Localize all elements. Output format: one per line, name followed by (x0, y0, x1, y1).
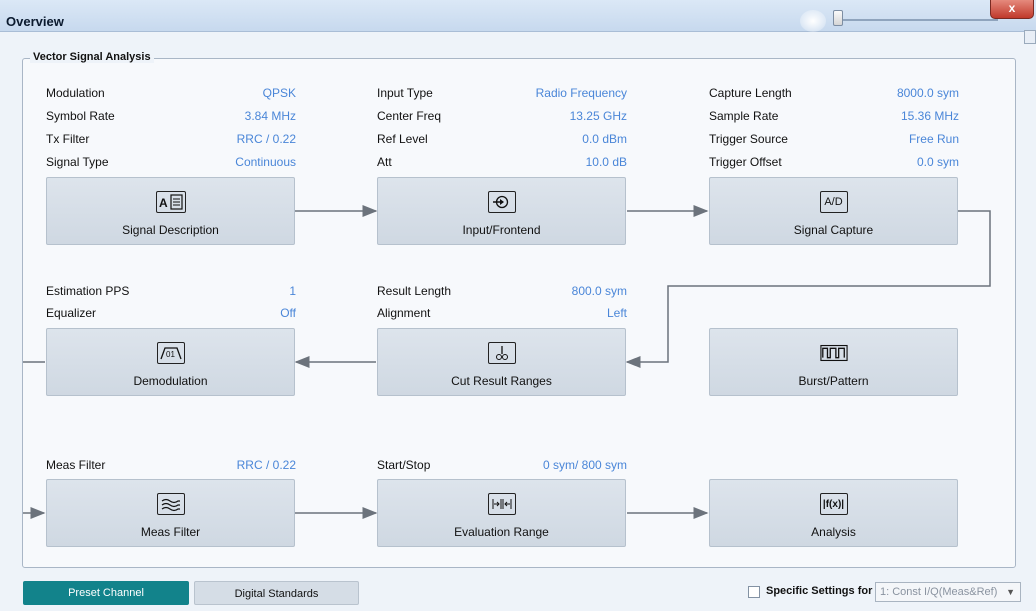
param-label: Meas Filter (46, 458, 106, 472)
filter-wave-icon (156, 493, 185, 515)
block-label: Signal Description (122, 223, 219, 237)
specific-settings-value: 1: Const I/Q(Meas&Ref) (880, 586, 998, 598)
block-label: Analysis (811, 525, 856, 539)
analog-digital-icon: A/D (819, 191, 848, 213)
param-value: Off (280, 306, 296, 320)
param-value: QPSK (262, 86, 296, 100)
analysis-button[interactable]: |f(x)| Analysis (709, 479, 958, 547)
param-equalizer[interactable]: Equalizer Off (46, 306, 296, 322)
param-value: RRC / 0.22 (236, 132, 296, 146)
param-result-length[interactable]: Result Length 800.0 sym (377, 284, 627, 300)
param-value: RRC / 0.22 (236, 458, 296, 472)
param-value: 1 (289, 284, 296, 298)
demodulation-button[interactable]: 01 Demodulation (46, 328, 295, 396)
param-label: Tx Filter (46, 132, 90, 146)
specific-settings-label: Specific Settings for (766, 585, 873, 597)
burst-pattern-button[interactable]: Burst/Pattern (709, 328, 958, 396)
param-value: 15.36 MHz (900, 109, 959, 123)
param-att[interactable]: Att 10.0 dB (377, 155, 627, 171)
param-ref-level[interactable]: Ref Level 0.0 dBm (377, 132, 627, 148)
specific-settings-checkbox[interactable] (748, 586, 760, 598)
param-sample-rate[interactable]: Sample Rate 15.36 MHz (709, 109, 959, 125)
param-label: Input Type (377, 86, 433, 100)
param-label: Result Length (377, 284, 452, 298)
block-label: Demodulation (133, 374, 208, 388)
param-symbol-rate[interactable]: Symbol Rate 3.84 MHz (46, 109, 296, 125)
param-label: Start/Stop (377, 458, 431, 472)
param-value: 3.84 MHz (244, 109, 296, 123)
param-label: Symbol Rate (46, 109, 115, 123)
param-estimation-pps[interactable]: Estimation PPS 1 (46, 284, 296, 300)
meas-filter-button[interactable]: Meas Filter (46, 479, 295, 547)
block-label: Input/Frontend (462, 223, 541, 237)
specific-settings-select[interactable]: 1: Const I/Q(Meas&Ref) ▼ (875, 582, 1021, 602)
param-value: 10.0 dB (585, 155, 627, 169)
param-value: Free Run (908, 132, 959, 146)
param-trigger-source[interactable]: Trigger Source Free Run (709, 132, 959, 148)
param-label: Capture Length (709, 86, 792, 100)
range-icon (487, 493, 516, 515)
param-capture-length[interactable]: Capture Length 8000.0 sym (709, 86, 959, 102)
param-meas-filter[interactable]: Meas Filter RRC / 0.22 (46, 458, 296, 474)
preset-channel-button[interactable]: Preset Channel (23, 581, 189, 605)
param-trigger-offset[interactable]: Trigger Offset 0.0 sym (709, 155, 959, 171)
function-icon: |f(x)| (819, 493, 848, 515)
param-label: Equalizer (46, 306, 97, 320)
param-label: Modulation (46, 86, 105, 100)
param-value: Radio Frequency (535, 86, 627, 100)
param-label: Alignment (377, 306, 431, 320)
param-input-type[interactable]: Input Type Radio Frequency (377, 86, 627, 102)
block-label: Cut Result Ranges (451, 374, 552, 388)
param-label: Trigger Source (709, 132, 788, 146)
param-signal-type[interactable]: Signal Type Continuous (46, 155, 296, 171)
param-value: 8000.0 sym (896, 86, 959, 100)
burst-pattern-icon (819, 342, 848, 364)
param-value: 800.0 sym (571, 284, 627, 298)
param-label: Sample Rate (709, 109, 779, 123)
chevron-down-icon: ▼ (1006, 587, 1015, 597)
signal-capture-button[interactable]: A/D Signal Capture (709, 177, 958, 245)
param-label: Signal Type (46, 155, 109, 169)
param-modulation[interactable]: Modulation QPSK (46, 86, 296, 102)
digital-standards-button[interactable]: Digital Standards (194, 581, 359, 605)
input-frontend-button[interactable]: Input/Frontend (377, 177, 626, 245)
param-value: Continuous (235, 155, 296, 169)
signal-description-icon: A (155, 191, 186, 213)
param-label: Center Freq (377, 109, 442, 123)
scissors-icon (487, 342, 516, 364)
param-start-stop[interactable]: Start/Stop 0 sym/ 800 sym (377, 458, 627, 474)
param-center-freq[interactable]: Center Freq 13.25 GHz (377, 109, 627, 125)
param-value: 0.0 sym (916, 155, 959, 169)
param-value: Left (606, 306, 627, 320)
param-alignment[interactable]: Alignment Left (377, 306, 627, 322)
signal-description-button[interactable]: A Signal Description (46, 177, 295, 245)
input-frontend-icon (487, 191, 516, 213)
demodulation-icon: 01 (156, 342, 185, 364)
param-value: 0 sym/ 800 sym (542, 458, 627, 472)
param-tx-filter[interactable]: Tx Filter RRC / 0.22 (46, 132, 296, 148)
param-label: Trigger Offset (709, 155, 782, 169)
evaluation-range-button[interactable]: Evaluation Range (377, 479, 626, 547)
param-label: Ref Level (377, 132, 428, 146)
block-label: Evaluation Range (454, 525, 549, 539)
param-value: 0.0 dBm (582, 132, 627, 146)
param-label: Att (377, 155, 392, 169)
demodulation-icon-text: 01 (166, 350, 175, 359)
block-label: Meas Filter (140, 525, 201, 539)
block-label: Burst/Pattern (798, 374, 869, 388)
param-value: 13.25 GHz (569, 109, 627, 123)
param-label: Estimation PPS (46, 284, 130, 298)
block-label: Signal Capture (793, 223, 874, 237)
cut-result-ranges-button[interactable]: Cut Result Ranges (377, 328, 626, 396)
svg-text:A: A (159, 196, 168, 210)
